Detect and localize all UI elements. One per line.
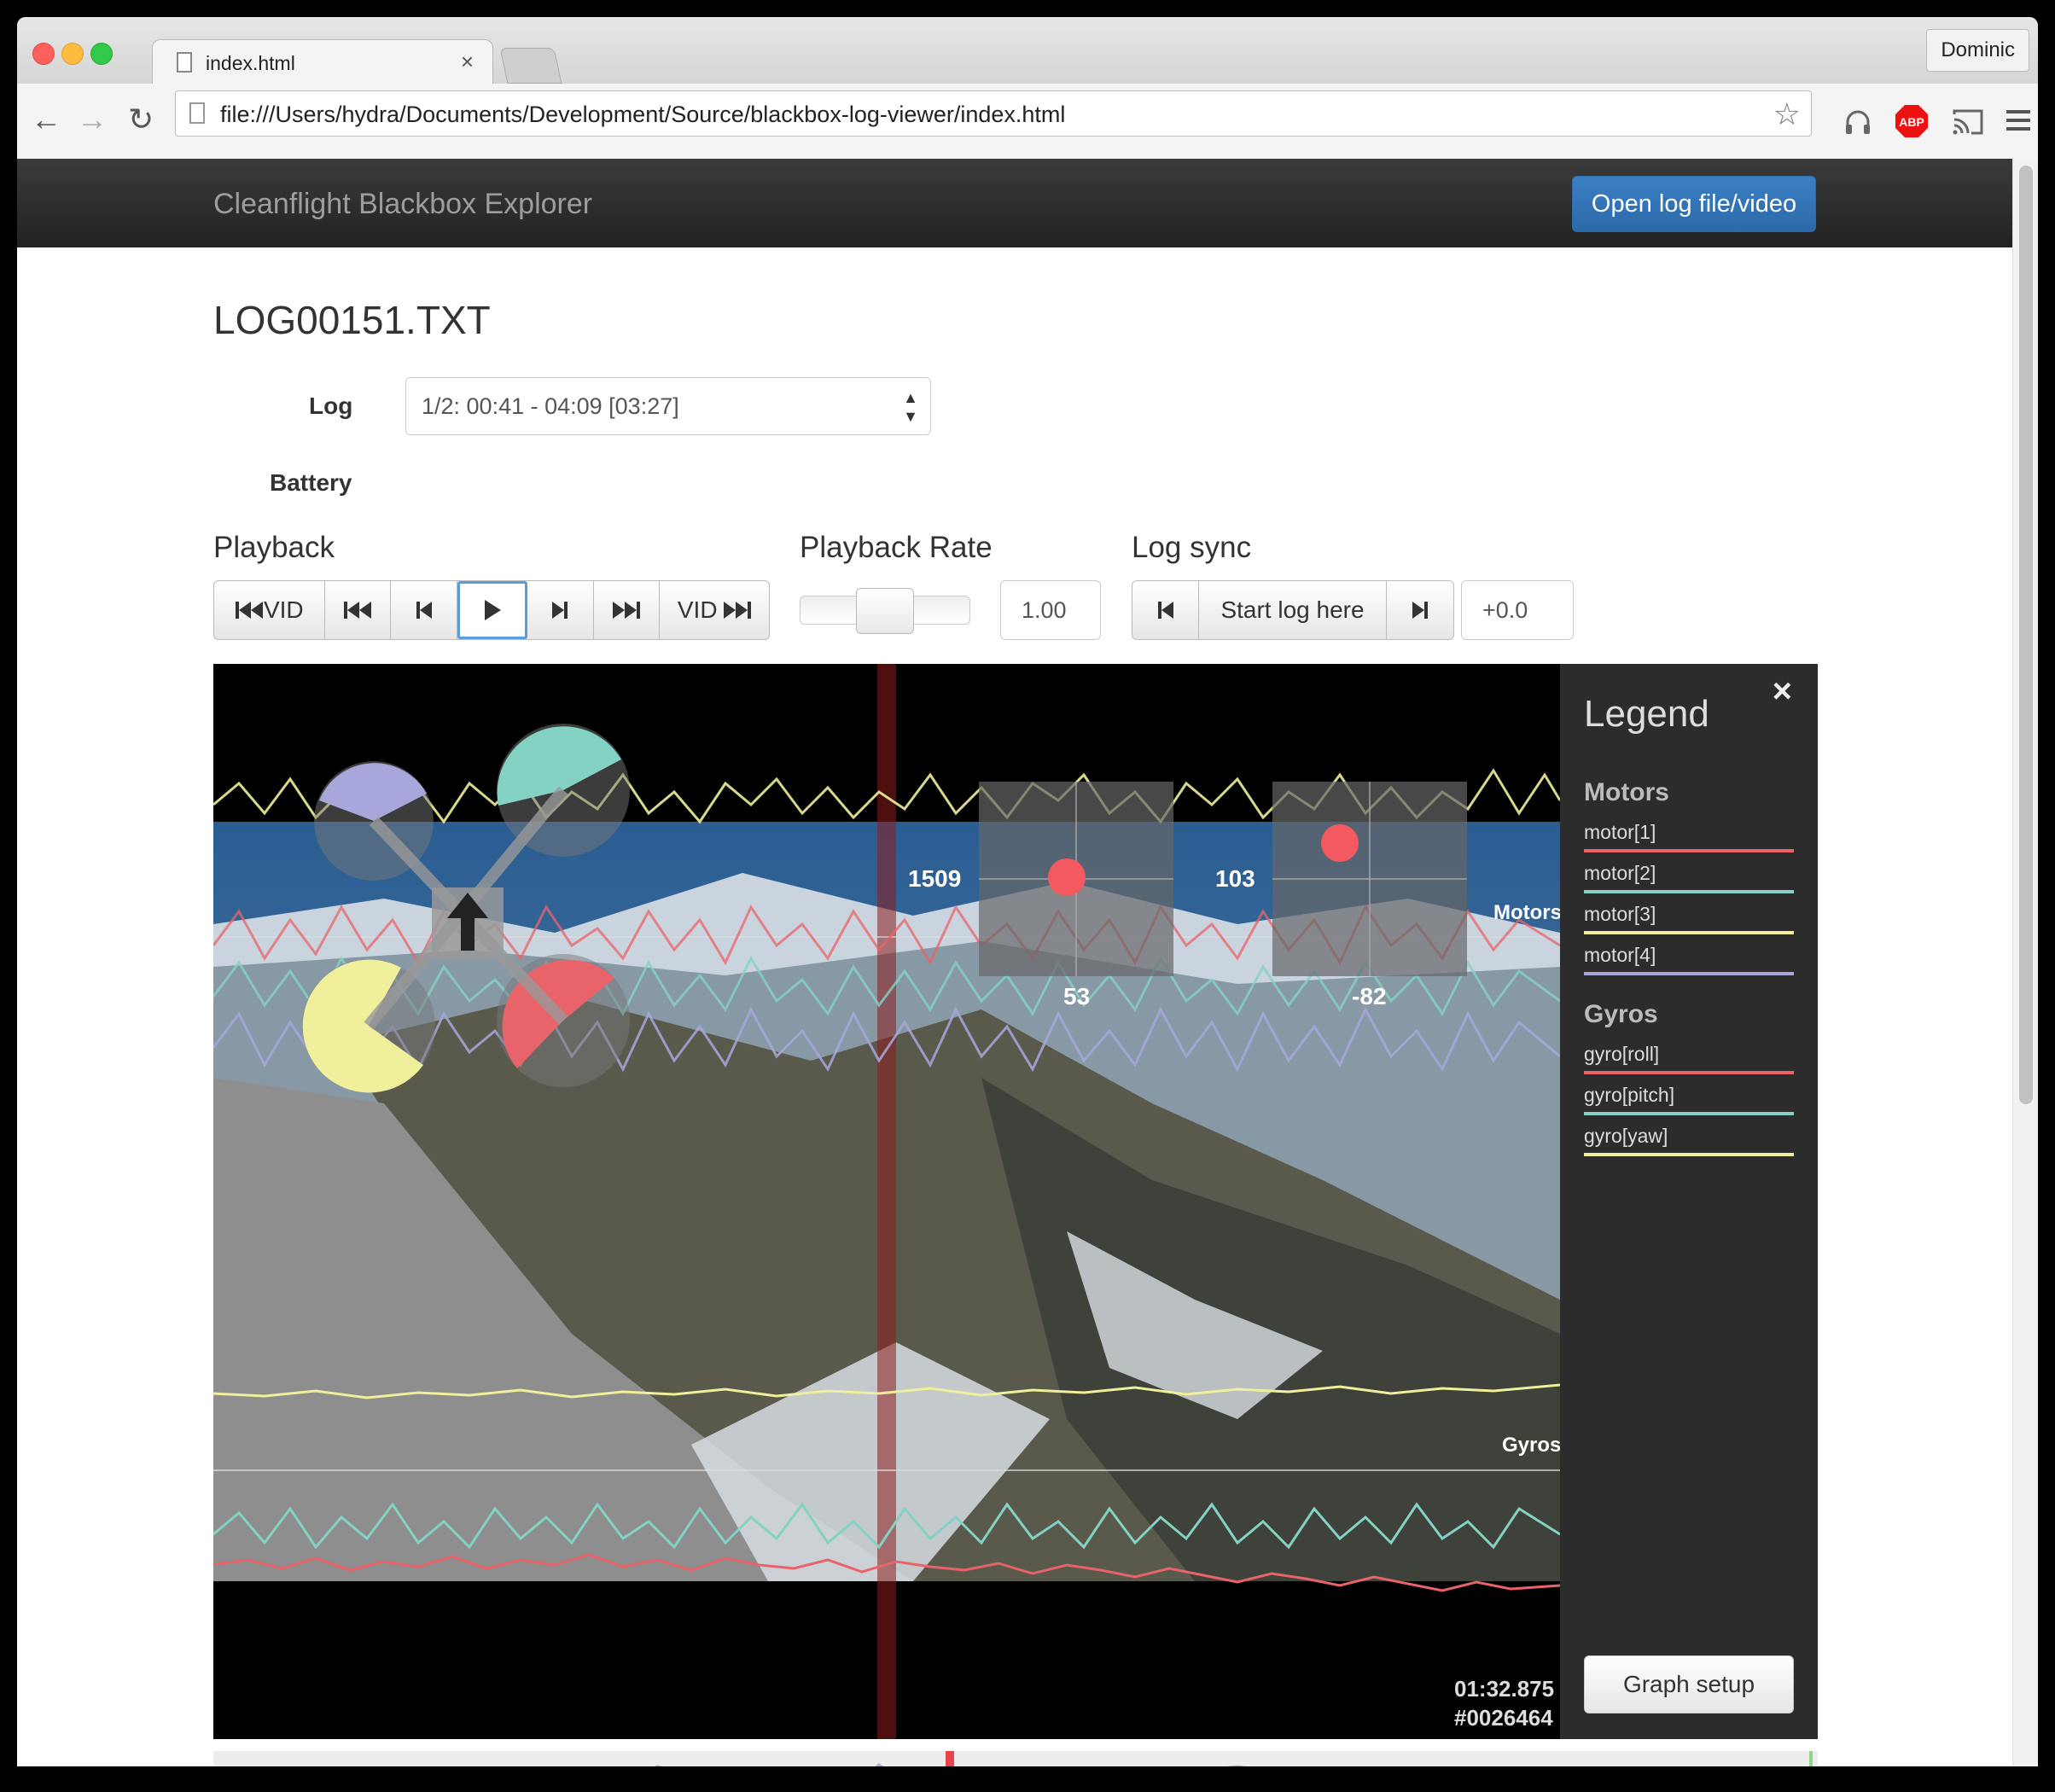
skip-back-icon [343, 602, 371, 619]
forward-arrow-icon[interactable]: → [77, 102, 108, 137]
play-button[interactable] [457, 581, 527, 639]
step-back-button[interactable] [391, 581, 458, 639]
minimize-window-button[interactable] [61, 43, 84, 65]
select-arrows-icon: ▲ ▼ [903, 389, 918, 425]
video-end-button[interactable]: VID [660, 581, 769, 639]
legend-item-gyro-yaw[interactable]: gyro[yaw] [1584, 1125, 1794, 1156]
tab-strip: index.html × Dominic [17, 17, 2038, 84]
legend-item-gyro-roll[interactable]: gyro[roll] [1584, 1043, 1794, 1074]
log-select-value: 1/2: 00:41 - 04:09 [03:27] [422, 393, 679, 419]
cast-icon[interactable] [1951, 108, 1985, 137]
video-end-label: VID [677, 596, 718, 623]
frame-readout: #0026464 [1454, 1705, 1553, 1731]
profile-button[interactable]: Dominic [1926, 29, 2029, 72]
close-tab-icon[interactable]: × [461, 49, 474, 75]
reload-icon[interactable]: ↻ [128, 102, 154, 137]
close-window-button[interactable] [32, 43, 55, 65]
back-arrow-icon[interactable]: ← [31, 102, 61, 137]
seek-bar[interactable] [213, 1751, 1818, 1766]
start-log-here-button[interactable]: Start log here [1199, 581, 1387, 639]
new-tab-button[interactable] [499, 48, 562, 84]
gyros-axis-label: Gyros [1502, 1434, 1562, 1457]
legend-item-motor3[interactable]: motor[3] [1584, 903, 1794, 934]
tab-title: index.html [206, 52, 295, 74]
browser-window: index.html × Dominic ← → ↻ file:///Users… [17, 17, 2038, 1766]
legend-panel: × Legend Motors motor[1] motor[2] motor[… [1560, 664, 1818, 1739]
video-start-label: VID [263, 596, 304, 623]
battery-label: Battery [270, 469, 352, 496]
svg-text:ABP: ABP [1899, 115, 1924, 129]
video-start-button[interactable]: VID [214, 581, 325, 639]
step-back-icon [416, 602, 432, 619]
legend-group-gyros: Gyros [1584, 1000, 1658, 1028]
zoom-window-button[interactable] [90, 43, 113, 65]
browser-tab[interactable]: index.html × [152, 39, 493, 84]
sync-offset-input[interactable]: +0.0 [1461, 580, 1574, 640]
log-sync-title: Log sync [1132, 531, 1252, 564]
log-sync-controls: Start log here [1132, 580, 1454, 640]
stick-value-pitch: -82 [1352, 983, 1387, 1009]
legend-item-gyro-pitch[interactable]: gyro[pitch] [1584, 1084, 1794, 1115]
seek-bar-activity [655, 1751, 1813, 1766]
log-start-button[interactable] [325, 581, 392, 639]
sync-forward-button[interactable] [1387, 581, 1453, 639]
legend-item-motor1[interactable]: motor[1] [1584, 821, 1794, 852]
skip-back-icon [235, 602, 263, 619]
bookmark-star-icon[interactable]: ☆ [1773, 96, 1801, 132]
playback-title: Playback [213, 531, 335, 564]
left-stick-dot [1048, 858, 1086, 896]
open-log-button[interactable]: Open log file/video [1572, 176, 1816, 232]
graph-panel[interactable]: 1509 103 53 -82 Motors Gyros 01:32.875 #… [213, 664, 1818, 1739]
log-end-button[interactable] [594, 581, 661, 639]
url-text: file:///Users/hydra/Documents/Developmen… [220, 102, 1066, 127]
page-content: LOG00151.TXT Log 1/2: 00:41 - 04:09 [03:… [17, 247, 2012, 1766]
playback-rate-input[interactable]: 1.00 [1000, 580, 1101, 640]
right-stick-dot [1321, 824, 1359, 862]
graph-overlay [213, 664, 1560, 1739]
playback-rate-title: Playback Rate [800, 531, 993, 564]
legend-group-motors: Motors [1584, 778, 1669, 806]
step-forward-icon [1412, 602, 1428, 619]
close-legend-icon[interactable]: × [1773, 672, 1792, 711]
menu-icon[interactable] [2006, 108, 2031, 133]
time-readout: 01:32.875 [1454, 1676, 1555, 1702]
address-bar[interactable]: file:///Users/hydra/Documents/Developmen… [175, 90, 1812, 137]
sync-back-button[interactable] [1132, 581, 1199, 639]
stick-value-roll: 103 [1215, 865, 1255, 892]
log-label: Log [309, 393, 353, 419]
scroll-thumb[interactable] [2019, 166, 2033, 1104]
headphones-icon[interactable] [1843, 108, 1872, 137]
step-back-icon [1157, 602, 1173, 619]
play-icon [485, 600, 501, 620]
stick-value-throttle: 1509 [908, 865, 962, 892]
playback-rate-slider[interactable] [800, 588, 970, 634]
legend-item-motor2[interactable]: motor[2] [1584, 862, 1794, 893]
skip-forward-icon [723, 602, 751, 619]
page-icon [189, 102, 205, 124]
stick-value-yaw: 53 [1063, 983, 1091, 1009]
app-navbar: Cleanflight Blackbox Explorer Open log f… [17, 159, 2012, 247]
slider-handle[interactable] [856, 588, 914, 634]
motors-axis-label: Motors [1493, 901, 1562, 924]
legend-title: Legend [1584, 693, 1709, 735]
page-scrollbar[interactable] [2012, 159, 2038, 1766]
step-forward-button[interactable] [527, 581, 594, 639]
app-brand[interactable]: Cleanflight Blackbox Explorer [213, 188, 592, 221]
step-forward-icon [552, 602, 568, 619]
document-icon [177, 52, 192, 73]
graph-setup-button[interactable]: Graph setup [1584, 1655, 1794, 1713]
legend-item-motor4[interactable]: motor[4] [1584, 944, 1794, 975]
quad-diagram [302, 724, 630, 1093]
log-file-title: LOG00151.TXT [213, 298, 491, 342]
adblock-icon[interactable]: ABP [1895, 104, 1929, 138]
skip-forward-icon [613, 602, 641, 619]
browser-toolbar: ← → ↻ file:///Users/hydra/Documents/Deve… [17, 84, 2038, 160]
log-select[interactable]: 1/2: 00:41 - 04:09 [03:27] ▲ ▼ [405, 377, 931, 435]
playback-controls: VID VID [213, 580, 770, 640]
